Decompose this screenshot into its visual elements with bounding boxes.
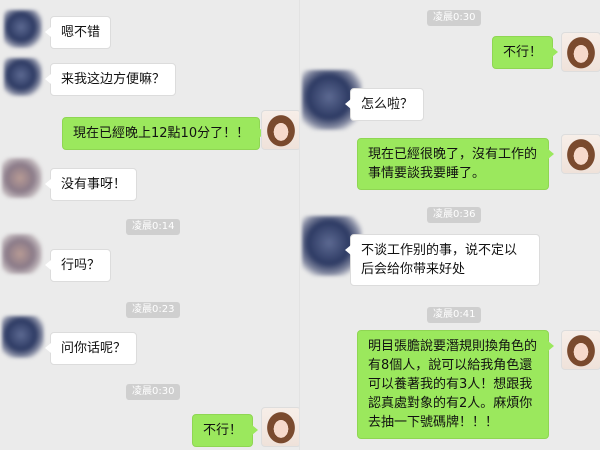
incoming-message: 嗯不错: [44, 16, 112, 49]
incoming-message: 行吗？: [44, 249, 112, 282]
incoming-message: 问你话呢？: [44, 332, 138, 365]
contact-avatar-blurred[interactable]: [2, 234, 42, 274]
contact-avatar-blurred[interactable]: [4, 58, 42, 96]
chat-pane-left: 嗯不错 来我这边方便嘛？ 現在已經晚上12點10分了！！ 没有事呀！ 凌晨0:1…: [0, 0, 300, 450]
timestamp: 凌晨0:36: [427, 207, 482, 223]
user-avatar[interactable]: [561, 134, 600, 174]
outgoing-message: 現在已經很晚了，沒有工作的事情要談我要睡了。: [357, 138, 554, 190]
outgoing-message: 現在已經晚上12點10分了！！: [62, 117, 266, 150]
outgoing-message: 不行！: [492, 36, 559, 69]
incoming-message: 怎么啦？: [344, 88, 425, 121]
user-avatar[interactable]: [561, 330, 600, 370]
user-avatar[interactable]: [261, 407, 300, 447]
timestamp: 凌晨0:23: [126, 302, 181, 318]
timestamp: 凌晨0:30: [427, 10, 482, 26]
contact-avatar-blurred[interactable]: [2, 158, 42, 198]
timestamp: 凌晨0:14: [126, 219, 181, 235]
timestamp: 凌晨0:30: [126, 384, 181, 400]
chat-collage: 嗯不错 来我这边方便嘛？ 現在已經晚上12點10分了！！ 没有事呀！ 凌晨0:1…: [0, 0, 600, 450]
incoming-message: 不谈工作别的事，说不定以后会给你带来好处: [345, 234, 540, 286]
timestamp: 凌晨0:41: [427, 307, 482, 323]
outgoing-message: 不行！: [192, 414, 259, 447]
incoming-message: 没有事呀！: [44, 168, 138, 201]
outgoing-message: 明目張膽說要潛規則換角色的有8個人，說可以給我角色還可以養著我的有3人！想跟我認…: [357, 330, 554, 439]
chat-pane-right: 凌晨0:30 不行！ 怎么啦？ 現在已經很晚了，沒有工作的事情要談我要睡了。 凌…: [300, 0, 600, 450]
incoming-message: 来我这边方便嘛？: [44, 63, 177, 96]
contact-avatar-blurred[interactable]: [4, 10, 42, 48]
contact-avatar-blurred[interactable]: [2, 316, 44, 358]
user-avatar[interactable]: [261, 110, 300, 150]
user-avatar[interactable]: [561, 32, 600, 72]
